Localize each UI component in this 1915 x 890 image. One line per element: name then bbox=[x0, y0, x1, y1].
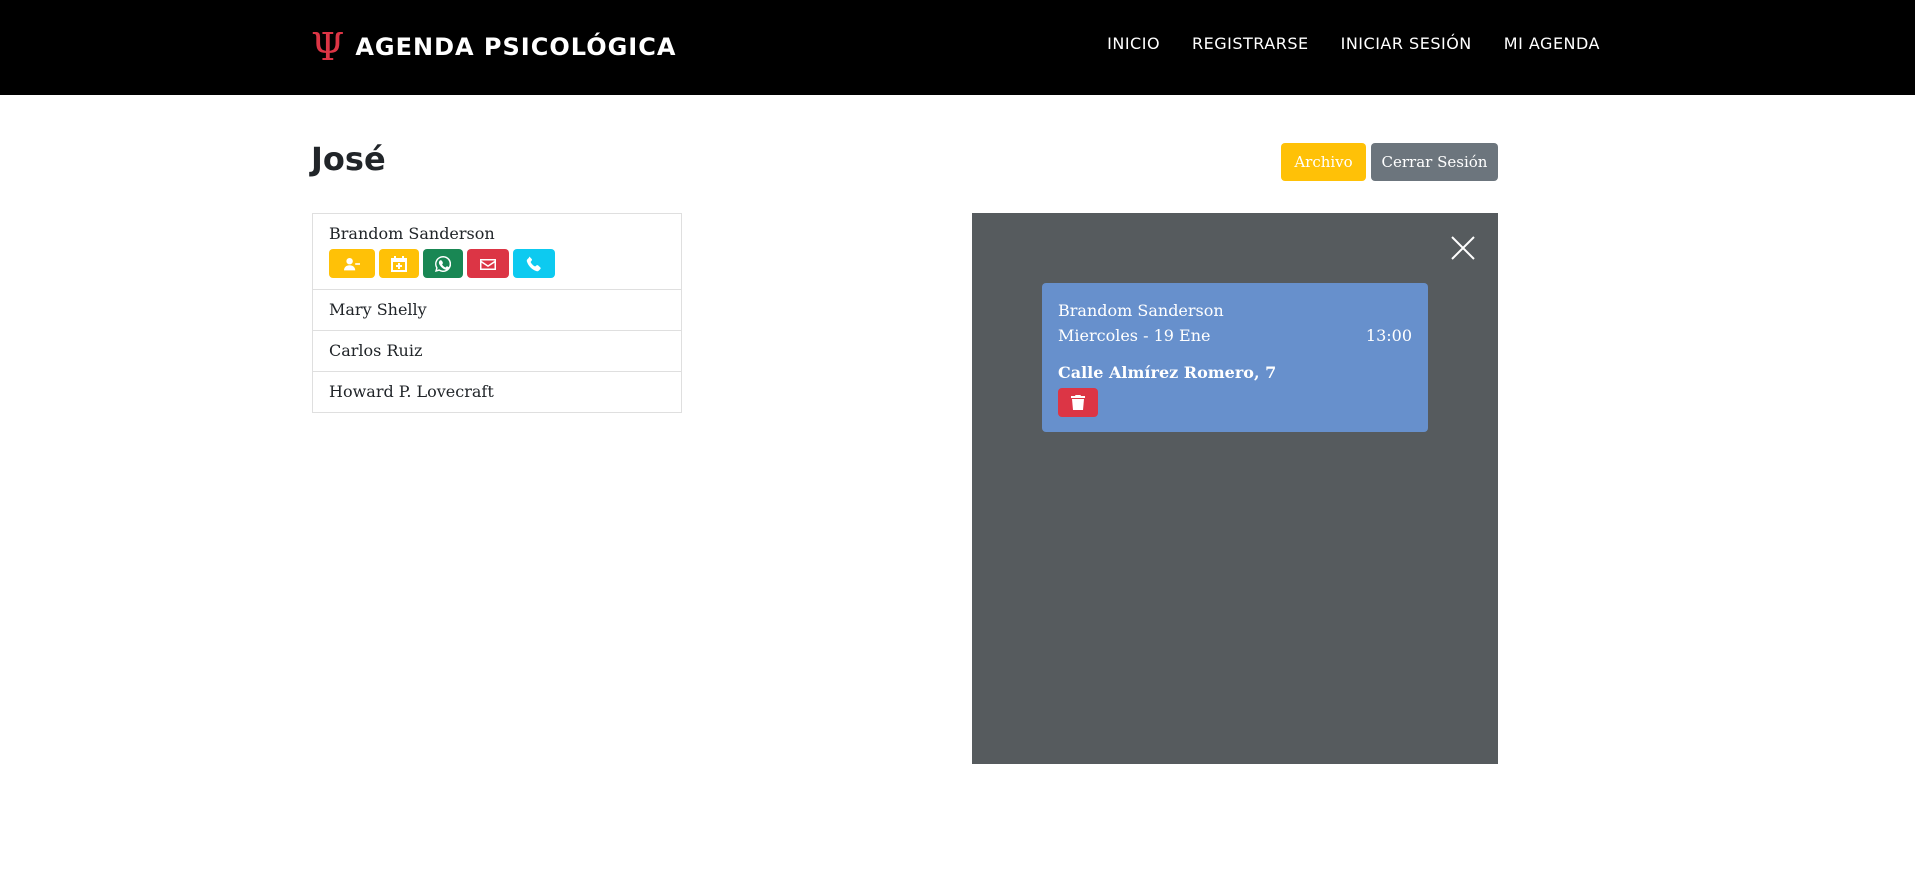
appointment-card: Brandom Sanderson Miercoles - 19 Ene 13:… bbox=[1042, 283, 1428, 432]
top-navbar: Ψ AGENDA PSICOLÓGICA INICIO REGISTRARSE … bbox=[0, 0, 1915, 95]
archive-button[interactable]: Archivo bbox=[1281, 143, 1366, 181]
patient-actions bbox=[329, 249, 665, 278]
brand-name: AGENDA PSICOLÓGICA bbox=[355, 33, 677, 61]
brand-link[interactable]: Ψ AGENDA PSICOLÓGICA bbox=[311, 27, 676, 67]
close-icon bbox=[1451, 236, 1475, 260]
patient-item[interactable]: Brandom Sanderson bbox=[312, 213, 682, 290]
envelope-icon bbox=[480, 258, 496, 270]
page-title: José bbox=[311, 140, 386, 178]
patient-item[interactable]: Carlos Ruiz bbox=[312, 330, 682, 372]
nav-link-registrarse[interactable]: REGISTRARSE bbox=[1192, 34, 1309, 53]
appointments-panel: Brandom Sanderson Miercoles - 19 Ene 13:… bbox=[972, 213, 1498, 764]
appointment-address: Calle Almírez Romero, 7 bbox=[1058, 363, 1277, 382]
patient-item[interactable]: Howard P. Lovecraft bbox=[312, 371, 682, 413]
nav-link-mi-agenda[interactable]: MI AGENDA bbox=[1504, 34, 1600, 53]
psi-logo-icon: Ψ bbox=[311, 25, 346, 69]
patient-item[interactable]: Mary Shelly bbox=[312, 289, 682, 331]
calendar-plus-icon bbox=[391, 255, 407, 272]
phone-icon bbox=[526, 256, 541, 271]
delete-appointment-button[interactable] bbox=[1058, 388, 1098, 417]
appointment-time: 13:00 bbox=[1365, 326, 1412, 345]
email-button[interactable] bbox=[467, 249, 509, 278]
nav-link-iniciar-sesion[interactable]: INICIAR SESIÓN bbox=[1341, 34, 1472, 53]
appointment-date: Miercoles - 19 Ene bbox=[1058, 326, 1211, 345]
phone-button[interactable] bbox=[513, 249, 555, 278]
trash-icon bbox=[1071, 395, 1085, 410]
nav-links: INICIO REGISTRARSE INICIAR SESIÓN MI AGE… bbox=[1107, 34, 1600, 53]
whatsapp-button[interactable] bbox=[423, 249, 463, 278]
close-panel-button[interactable] bbox=[1450, 235, 1476, 261]
appointment-patient: Brandom Sanderson bbox=[1058, 301, 1224, 320]
whatsapp-icon bbox=[435, 255, 451, 272]
user-minus-icon bbox=[344, 257, 360, 270]
patient-name: Brandom Sanderson bbox=[329, 224, 495, 243]
nav-link-inicio[interactable]: INICIO bbox=[1107, 34, 1160, 53]
schedule-appointment-button[interactable] bbox=[379, 249, 419, 278]
patient-list: Brandom Sanderson Mary Shelly Carlos Rui… bbox=[312, 213, 682, 413]
remove-patient-button[interactable] bbox=[329, 249, 375, 278]
logout-button[interactable]: Cerrar Sesión bbox=[1371, 143, 1498, 181]
